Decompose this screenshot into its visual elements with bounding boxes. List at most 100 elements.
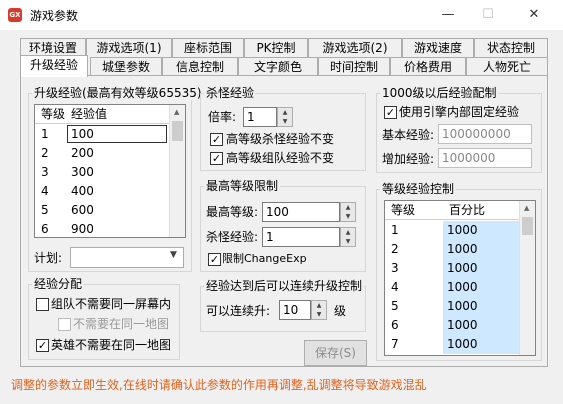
tab-pk[interactable]: PK控制 (244, 38, 308, 57)
continuous-label: 可以连续升: (206, 304, 271, 318)
scroll-thumb[interactable] (522, 217, 533, 235)
tab-price[interactable]: 价格费用 (390, 57, 466, 76)
tab-game-opt-1[interactable]: 游戏选项(1) (86, 38, 172, 57)
tab-time[interactable]: 时间控制 (318, 57, 390, 76)
table-row[interactable]: 1 100 (35, 125, 169, 144)
row-pct[interactable]: 1000 (443, 221, 519, 240)
hero-same-map-checkbox[interactable]: ✓ (36, 339, 49, 352)
high-level-team-checkbox[interactable]: ✓ (210, 152, 223, 165)
row-pct[interactable]: 1000 (443, 297, 519, 316)
rate-label: 倍率: (208, 110, 237, 124)
high-level-team-label: 高等级组队经验不变 (226, 151, 335, 165)
continuous-input[interactable]: 10 (279, 300, 311, 320)
use-fixed-exp-checkbox[interactable]: ✓ (384, 106, 397, 119)
table-row[interactable]: 2 200 (35, 144, 169, 163)
tab-status[interactable]: 状态控制 (474, 38, 548, 57)
row-level: 6 (41, 222, 49, 236)
tab-info[interactable]: 信息控制 (162, 57, 238, 76)
table-row[interactable]: 6 900 (35, 220, 169, 237)
table-row[interactable]: 6 1000 (385, 316, 519, 335)
kill-exp-group-label: 杀怪经验 (204, 86, 257, 100)
table-row[interactable]: 4 400 (35, 182, 169, 201)
grid-scrollbar[interactable]: ▲ (519, 201, 535, 355)
continuous-unit: 级 (334, 304, 347, 318)
maximize-button[interactable]: ☐ (465, 0, 511, 30)
max-level-label: 最高等级: (206, 205, 259, 219)
rate-stepper[interactable]: ▲ ▼ (277, 107, 293, 127)
row-level: 4 (391, 280, 399, 294)
table-row[interactable]: 3 300 (35, 163, 169, 182)
max-level-input[interactable]: 100 (262, 202, 340, 222)
table-row[interactable]: 5 600 (35, 201, 169, 220)
tab-death[interactable]: 人物死亡 (466, 57, 548, 76)
row-level: 4 (41, 184, 49, 198)
scroll-thumb[interactable] (172, 121, 183, 141)
row-pct[interactable]: 1000 (443, 259, 519, 278)
scroll-up-icon[interactable]: ▲ (174, 108, 179, 116)
row-exp[interactable]: 900 (71, 220, 94, 237)
row-level: 5 (391, 299, 399, 313)
tab-castle[interactable]: 城堡参数 (90, 57, 162, 76)
same-map-label: 不需要在同一地图 (73, 317, 170, 331)
upgrade-exp-grid[interactable]: 等级 经验值 1 100 2 200 3 300 4 400 5 600 6 9… (34, 104, 186, 238)
row-level: 1 (391, 223, 399, 237)
same-map-checkbox[interactable] (58, 318, 71, 331)
col-level-header: 等级 (41, 107, 66, 121)
row-level: 2 (391, 242, 399, 256)
table-row[interactable]: 3 1000 (385, 259, 519, 278)
tab-game-speed[interactable]: 游戏速度 (402, 38, 474, 57)
row-exp[interactable]: 200 (71, 144, 94, 163)
plan-select[interactable] (70, 247, 184, 268)
base-exp-input[interactable]: 100000000 (438, 124, 532, 144)
row-level: 3 (41, 165, 49, 179)
table-row[interactable]: 4 1000 (385, 278, 519, 297)
kill-exp-input[interactable]: 1 (262, 227, 340, 247)
team-same-screen-checkbox[interactable] (36, 298, 49, 311)
plan-label: 计划: (34, 251, 63, 265)
row-level: 3 (391, 261, 399, 275)
hero-same-map-label: 英雄不需要在同一地图 (51, 338, 172, 352)
table-row[interactable]: 2 1000 (385, 240, 519, 259)
upgrade-exp-group-label: 升级经验(最高有效等级65535) (32, 86, 204, 100)
row-exp-cell-selected[interactable]: 100 (67, 125, 167, 143)
status-message: 调整的参数立即生效,在线时请确认此参数的作用再调整,乱调整将导致游戏混乱 (11, 378, 427, 392)
tab-text-color[interactable]: 文字颜色 (238, 57, 318, 76)
row-exp[interactable]: 400 (71, 182, 94, 201)
row-pct[interactable]: 1000 (443, 278, 519, 297)
row-pct[interactable]: 1000 (443, 240, 519, 259)
table-row[interactable]: 5 1000 (385, 297, 519, 316)
max-level-stepper[interactable]: ▲ ▼ (340, 202, 356, 222)
tab-upgrade-exp[interactable]: 升级经验 (20, 55, 88, 77)
limit-changeexp-checkbox[interactable]: ✓ (208, 253, 221, 266)
window-title: 游戏参数 (30, 9, 79, 23)
close-button[interactable]: ✕ (511, 0, 557, 30)
continuous-group-label: 经验达到后可以连续升级控制 (204, 279, 365, 293)
kill-exp-stepper[interactable]: ▲ ▼ (340, 227, 356, 247)
row-pct[interactable]: 1000 (443, 335, 519, 354)
row-level: 7 (391, 337, 399, 351)
level-ctrl-grid[interactable]: 等级 百分比 1 1000 2 1000 3 1000 4 1000 5 100… (384, 200, 536, 356)
row-exp[interactable]: 600 (71, 201, 94, 220)
table-row[interactable]: 7 1000 (385, 335, 519, 354)
exp-split-group-label: 经验分配 (32, 277, 85, 291)
col-pct-header: 百分比 (449, 203, 486, 217)
tab-game-opt-2[interactable]: 游戏选项(2) (308, 38, 402, 57)
inc-exp-input[interactable]: 1000000 (438, 148, 532, 168)
save-button[interactable]: 保存(S) (304, 340, 367, 366)
rate-input[interactable]: 1 (243, 107, 277, 127)
base-exp-label: 基本经验: (382, 128, 435, 142)
tab-coords[interactable]: 座标范围 (172, 38, 244, 57)
grid-scrollbar[interactable]: ▲ (169, 105, 185, 237)
chevron-down-icon[interactable]: ▼ (170, 250, 177, 260)
high-level-kill-checkbox[interactable]: ✓ (210, 133, 223, 146)
table-row[interactable]: 1 1000 (385, 221, 519, 240)
grid-header: 等级 百分比 (385, 201, 519, 220)
continuous-stepper[interactable]: ▲ ▼ (311, 300, 327, 320)
team-same-screen-label: 组队不需要同一屏幕内 (51, 297, 172, 311)
scroll-up-icon[interactable]: ▲ (524, 204, 529, 212)
level-ctrl-group-label: 等级经验控制 (380, 182, 457, 196)
row-exp[interactable]: 300 (71, 163, 94, 182)
col-exp-header: 经验值 (71, 107, 108, 121)
app-icon: GX (8, 8, 22, 22)
row-pct[interactable]: 1000 (443, 316, 519, 335)
